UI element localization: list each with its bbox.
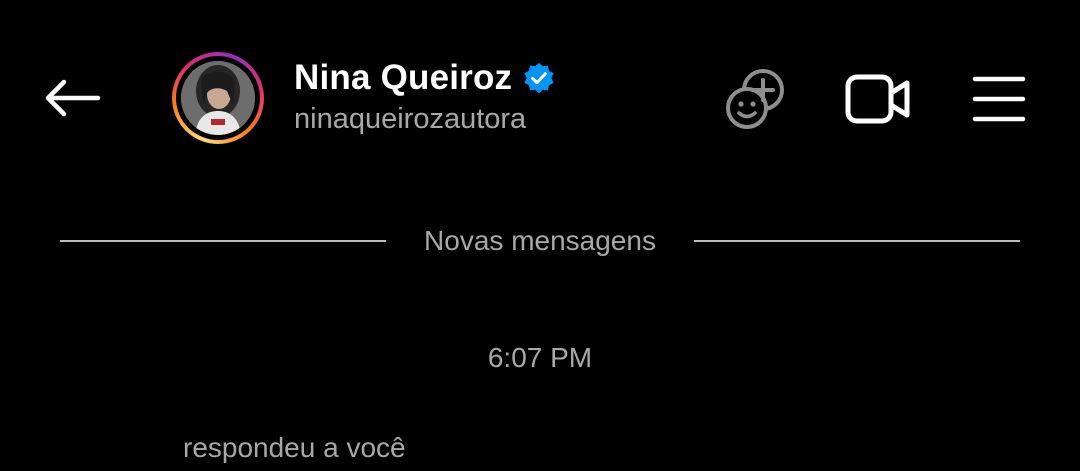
username[interactable]: ninaqueirozautora [294,103,526,136]
chat-header: Nina Queiroz ninaqueirozautora [0,0,1080,190]
video-camera-icon [845,74,910,124]
video-call-button[interactable] [840,66,916,132]
divider-line-right [693,240,1020,242]
hamburger-menu-icon [972,76,1026,122]
back-button[interactable] [36,68,108,128]
reply-note: respondeu a você [183,432,406,463]
menu-button[interactable] [966,66,1032,132]
avatar-story-ring[interactable] [172,52,264,144]
stickers-button[interactable] [720,64,790,134]
profile-name-row[interactable]: Nina Queiroz [294,56,556,100]
message-timestamp: 6:07 PM [487,342,593,373]
divider-line-left [60,240,387,242]
avatar-photo [181,61,255,135]
stickers-add-icon [726,69,784,129]
profile-name: Nina Queiroz [294,58,513,97]
avatar [181,61,255,135]
verified-badge-icon [522,61,556,95]
new-messages-divider: Novas mensagens [60,222,1020,260]
arrow-left-icon [45,79,101,117]
divider-label: Novas mensagens [424,225,656,256]
